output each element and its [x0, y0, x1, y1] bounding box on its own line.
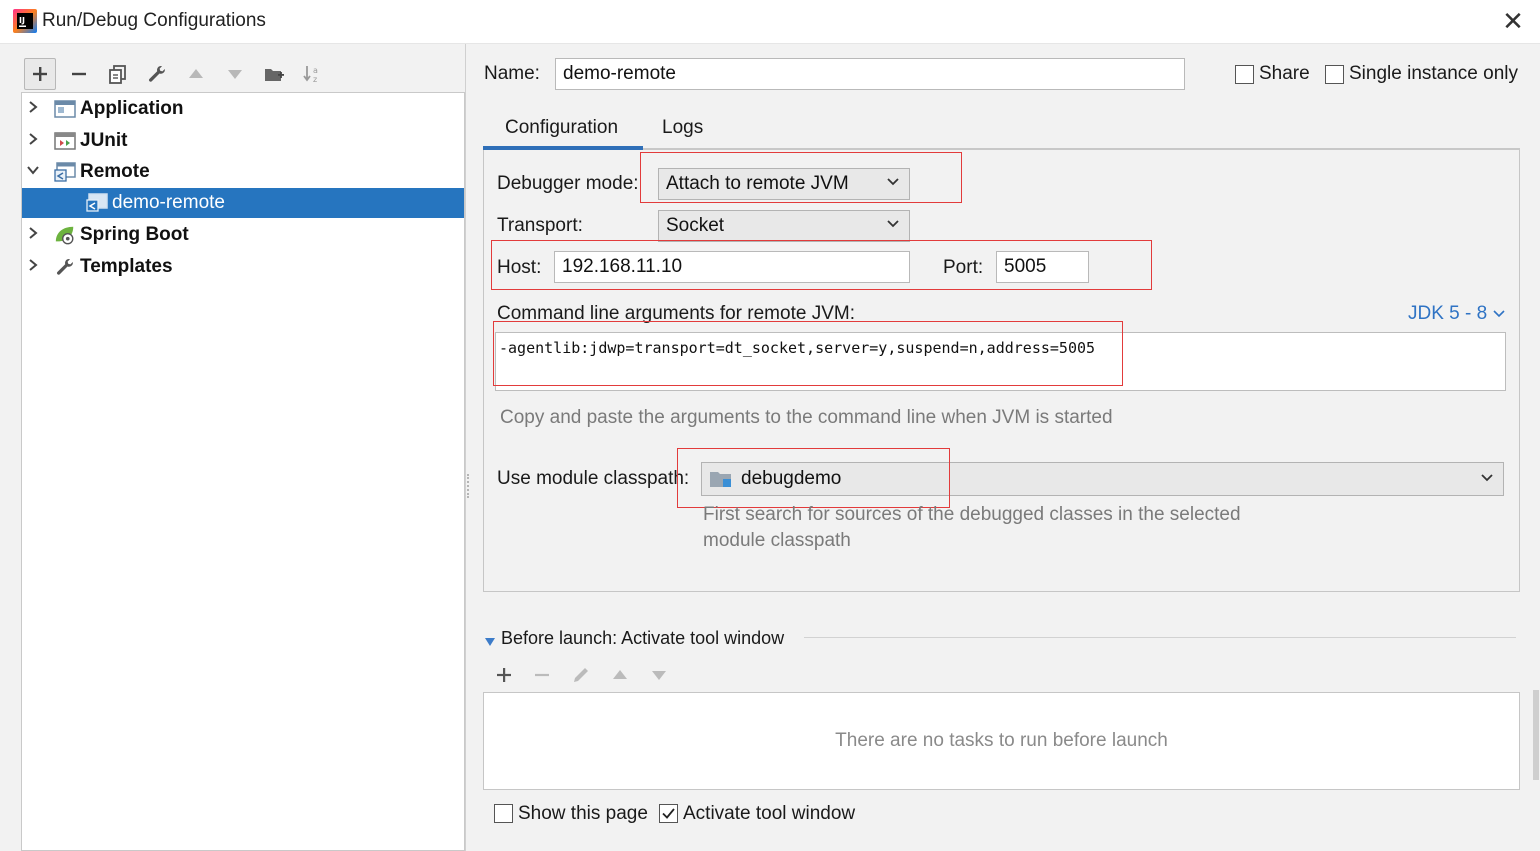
chevron-right-icon[interactable]	[22, 100, 44, 119]
chevron-down-icon[interactable]	[22, 163, 44, 181]
arrow-down-icon	[652, 671, 666, 680]
remote-icon	[54, 161, 76, 183]
tree-item-remote[interactable]: Remote	[22, 157, 464, 187]
close-window-button[interactable]: ✕	[1496, 4, 1530, 38]
no-tasks-message: There are no tasks to run before launch	[835, 730, 1168, 751]
svg-text:a: a	[313, 66, 318, 75]
transport-select[interactable]: Socket	[658, 210, 910, 242]
share-checkbox[interactable]	[1235, 65, 1254, 84]
chevron-down-icon	[1493, 310, 1505, 318]
triangle-down-icon	[485, 638, 495, 646]
name-input[interactable]: demo-remote	[555, 58, 1185, 90]
folder-plus-icon	[265, 69, 284, 81]
tab-logs[interactable]: Logs	[662, 117, 703, 139]
spring-boot-icon	[54, 224, 76, 246]
application-icon	[54, 98, 76, 120]
tree-item-label: Remote	[80, 161, 150, 182]
annotation-box-module	[677, 448, 950, 508]
move-task-up-button[interactable]	[605, 661, 635, 689]
intellij-app-icon: IJ	[12, 8, 38, 34]
checkmark-icon	[662, 808, 675, 819]
before-launch-toggle[interactable]	[484, 631, 496, 653]
wrench-icon	[149, 66, 165, 82]
add-configuration-button[interactable]	[25, 60, 55, 88]
chevron-right-icon[interactable]	[22, 258, 44, 277]
splitter-handle[interactable]	[467, 474, 471, 498]
debugger-mode-label: Debugger mode:	[497, 173, 639, 194]
window-title: Run/Debug Configurations	[42, 10, 266, 31]
pencil-icon	[574, 668, 588, 682]
sort-alpha-icon: az	[303, 66, 318, 84]
annotation-box-debugger-mode	[640, 152, 962, 203]
module-hint-line1: First search for sources of the debugged…	[703, 504, 1241, 525]
tree-item-label: JUnit	[80, 130, 128, 151]
move-down-button[interactable]	[220, 60, 250, 88]
plus-icon	[497, 668, 511, 682]
arrow-down-icon	[228, 70, 242, 79]
tree-item-label: Application	[80, 98, 184, 119]
tree-item-spring-boot[interactable]: Spring Boot	[22, 220, 464, 250]
new-folder-button[interactable]	[259, 60, 289, 88]
tree-item-label: Templates	[80, 256, 173, 277]
move-up-button[interactable]	[181, 60, 211, 88]
plus-icon	[33, 67, 47, 81]
tree-item-templates[interactable]: Templates	[22, 252, 464, 282]
before-launch-title: Before launch: Activate tool window	[501, 628, 785, 648]
edit-task-button[interactable]	[566, 661, 596, 689]
activate-tool-window-label: Activate tool window	[683, 803, 856, 824]
transport-value: Socket	[666, 215, 725, 236]
edit-defaults-button[interactable]	[142, 60, 172, 88]
sort-button[interactable]: az	[298, 60, 328, 88]
tree-item-application[interactable]: Application	[22, 94, 464, 124]
chevron-down-icon	[887, 220, 899, 228]
svg-text:IJ: IJ	[19, 16, 25, 25]
arrow-up-icon	[189, 69, 203, 78]
module-classpath-label: Use module classpath:	[497, 468, 690, 489]
copy-icon	[109, 65, 126, 84]
activate-tool-window-checkbox[interactable]	[659, 804, 678, 823]
transport-label: Transport:	[497, 215, 583, 236]
single-instance-label: Single instance only	[1349, 63, 1518, 84]
svg-text:z: z	[313, 75, 317, 84]
wrench-icon	[54, 256, 76, 278]
junit-icon	[54, 130, 76, 152]
show-page-label: Show this page	[518, 803, 648, 824]
chevron-right-icon[interactable]	[22, 132, 44, 151]
remote-config-icon	[86, 192, 108, 214]
jdk-version-link: JDK 5 - 8	[1408, 303, 1488, 324]
show-page-checkbox[interactable]	[494, 804, 513, 823]
tree-item-demo-remote[interactable]: demo-remote	[22, 188, 464, 218]
tab-configuration[interactable]: Configuration	[505, 117, 618, 139]
arrow-up-icon	[613, 670, 627, 679]
name-label: Name:	[484, 63, 540, 84]
add-task-button[interactable]	[489, 661, 519, 689]
scrollbar[interactable]	[1533, 690, 1539, 780]
chevron-right-icon[interactable]	[22, 226, 44, 245]
module-hint-line2: module classpath	[703, 530, 851, 551]
before-launch-divider	[804, 637, 1516, 638]
chevron-down-icon	[1481, 474, 1493, 482]
tree-item-label: Spring Boot	[80, 224, 189, 245]
annotation-box-cmd-args	[493, 321, 1123, 386]
remove-task-button[interactable]	[527, 661, 557, 689]
jdk-version-dropdown[interactable]: JDK 5 - 8	[1408, 303, 1506, 325]
minus-icon	[72, 72, 86, 76]
minus-icon	[535, 673, 549, 677]
move-task-down-button[interactable]	[644, 661, 674, 689]
copy-configuration-button[interactable]	[103, 60, 133, 88]
cmd-args-hint: Copy and paste the arguments to the comm…	[500, 407, 1113, 428]
remove-configuration-button[interactable]	[64, 60, 94, 88]
before-launch-task-list[interactable]: There are no tasks to run before launch	[483, 692, 1520, 790]
annotation-box-host-port	[491, 240, 1152, 290]
tree-item-label: demo-remote	[112, 192, 225, 213]
single-instance-checkbox[interactable]	[1325, 65, 1344, 84]
share-label: Share	[1259, 63, 1310, 84]
tree-item-junit[interactable]: JUnit	[22, 126, 464, 156]
